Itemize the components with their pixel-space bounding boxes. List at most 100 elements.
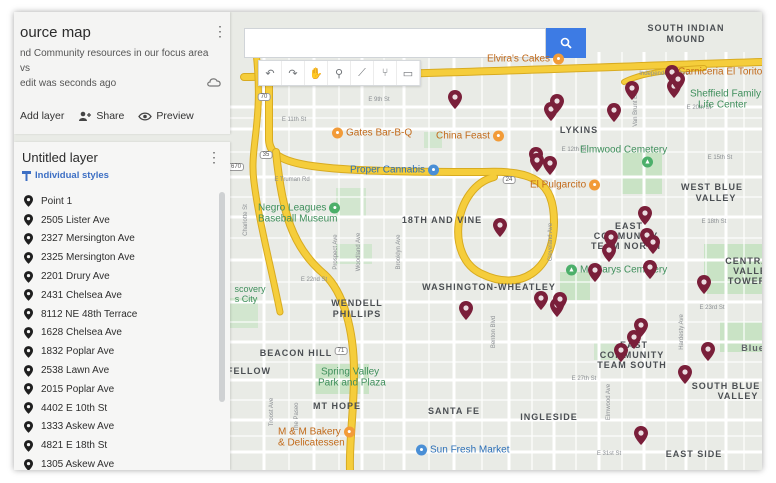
preview-button[interactable]: Preview — [138, 110, 194, 122]
street-label: E 22nd St — [300, 277, 328, 283]
shop-icon: ● — [416, 444, 427, 456]
map-marker-pin[interactable] — [543, 156, 557, 175]
map-pin-icon — [448, 90, 462, 109]
layer-point-item[interactable]: 4821 E 18th St — [14, 436, 214, 455]
map-marker-pin[interactable] — [627, 330, 641, 349]
map-pin-icon — [24, 364, 33, 377]
layer-point-item[interactable]: 2325 Mersington Ave — [14, 248, 214, 267]
poi-label: Spring Valley — [321, 366, 380, 378]
layer-point-item[interactable]: 2201 Drury Ave — [14, 267, 214, 286]
poi-china-feast[interactable]: China Feast ● — [436, 130, 504, 142]
layer-point-label: 2201 Drury Ave — [41, 271, 110, 283]
undo-icon[interactable]: ↶ — [259, 61, 282, 85]
map-marker-pin[interactable] — [448, 90, 462, 109]
layer-point-item[interactable]: Point 1 — [14, 192, 214, 211]
map-marker-pin[interactable] — [493, 218, 507, 237]
map-marker-pin[interactable] — [646, 235, 660, 254]
poi-sun-fresh-market[interactable]: ● Sun Fresh Market — [416, 444, 509, 456]
poi-label: & Delicatessen — [278, 437, 345, 449]
poi-negro-leagues-1[interactable]: Negro Leagues ● — [258, 202, 341, 214]
poi-gates-bbq[interactable]: ● Gates Bar-B-Q — [332, 127, 412, 139]
poi-negro-leagues-2[interactable]: Baseball Museum — [258, 214, 337, 225]
map-pin-icon — [534, 291, 548, 310]
poi-cemetery-marker[interactable]: ▲ — [642, 156, 653, 168]
place-label: s City — [234, 294, 258, 304]
draw-line-icon[interactable]: ⟋ — [351, 61, 374, 85]
poi-carniceria[interactable]: Carniceria El Torito II — [678, 67, 762, 78]
map-marker-pin[interactable] — [643, 260, 657, 279]
poi-spring-valley-1[interactable]: Spring Valley — [321, 367, 379, 378]
neighborhood-label: BEACON HILL — [259, 348, 333, 358]
paint-roller-icon — [22, 170, 31, 181]
street-label: E 15th St — [707, 155, 733, 161]
ruler-icon[interactable]: ▭ — [397, 61, 420, 85]
map-marker-pin[interactable] — [534, 291, 548, 310]
layer-point-label: 2015 Poplar Ave — [41, 383, 115, 395]
map-marker-pin[interactable] — [550, 94, 564, 113]
neighborhood-label: Blue — [741, 343, 762, 353]
restaurant-icon: ● — [589, 179, 601, 191]
map-title[interactable]: ource map — [20, 24, 91, 41]
map-marker-pin[interactable] — [634, 426, 648, 445]
poi-elmwood-cemetery[interactable]: Elmwood Cemetery — [580, 145, 667, 156]
map-marker-pin[interactable] — [588, 263, 602, 282]
layer-point-item[interactable]: 2431 Chelsea Ave — [14, 286, 214, 305]
poi-elviras-cakes[interactable]: Elvira's Cakes ● — [487, 53, 565, 65]
poi-label: Park and Plaza — [318, 377, 386, 389]
neighborhood-label: 18TH AND VINE — [401, 215, 483, 225]
poi-el-pulgarcito[interactable]: El Pulgarcito ● — [530, 179, 601, 191]
map-marker-pin[interactable] — [530, 153, 544, 172]
layer-point-item[interactable]: 1832 Poplar Ave — [14, 342, 214, 361]
map-description[interactable]: nd Community resources in our focus area… — [20, 46, 210, 76]
poi-proper-cannabis[interactable]: Proper Cannabis ● — [350, 164, 440, 176]
layer-style-button[interactable]: Individual styles — [22, 170, 109, 181]
map-marker-pin[interactable] — [671, 72, 685, 91]
map-marker-pin[interactable] — [697, 275, 711, 294]
directions-icon[interactable]: ⑂ — [374, 61, 397, 85]
layer-point-item[interactable]: 2538 Lawn Ave — [14, 361, 214, 380]
add-person-icon — [79, 111, 92, 121]
layer-point-item[interactable]: 1305 Askew Ave — [14, 455, 214, 470]
street-label: E 27th St — [571, 376, 597, 382]
map-marker-pin[interactable] — [602, 243, 616, 262]
redo-icon[interactable]: ↷ — [282, 61, 305, 85]
map-marker-pin[interactable] — [701, 342, 715, 361]
layer-style-label: Individual styles — [35, 170, 109, 181]
map-options-kebab-icon[interactable]: ⋮ — [213, 24, 227, 38]
layer-point-item[interactable]: 4402 E 10th St — [14, 399, 214, 418]
map-marker-pin[interactable] — [625, 81, 639, 100]
street-label: E 23rd St — [699, 305, 725, 311]
street-label: Prospect Ave — [333, 234, 339, 270]
poi-spring-valley-2[interactable]: Park and Plaza — [318, 378, 386, 389]
poi-label: Proper Cannabis — [350, 164, 426, 176]
poi-label: El Pulgarcito — [530, 179, 587, 191]
poi-sheffield-label-1[interactable]: Sheffield Family — [690, 89, 761, 100]
neighborhood-label: INGLESIDE — [520, 412, 578, 422]
layer-title[interactable]: Untitled layer — [22, 150, 98, 165]
street-label: Hardesty Ave — [679, 314, 685, 350]
map-marker-pin[interactable] — [614, 343, 628, 362]
map-pin-icon — [24, 421, 33, 433]
poi-label: Sheffield Family — [690, 88, 761, 100]
share-button[interactable]: Share — [78, 110, 124, 122]
layer-point-item[interactable]: 2015 Poplar Ave — [14, 380, 214, 399]
layer-point-item[interactable]: 1333 Askew Ave — [14, 418, 214, 437]
add-marker-icon[interactable]: ⚲ — [328, 61, 351, 85]
layer-point-item[interactable]: 8112 NE 48th Terrace — [14, 305, 214, 324]
map-marker-pin[interactable] — [459, 301, 473, 320]
map-marker-pin[interactable] — [638, 206, 652, 225]
layer-point-item[interactable]: 2505 Lister Ave — [14, 211, 214, 230]
layer-point-item[interactable]: 2327 Mersington Ave — [14, 230, 214, 249]
add-layer-button[interactable]: Add layer — [20, 110, 64, 122]
layer-list-scrollbar[interactable] — [219, 192, 225, 402]
map-marker-pin[interactable] — [607, 103, 621, 122]
poi-mm-bakery-2[interactable]: & Delicatessen — [278, 438, 345, 449]
layer-options-kebab-icon[interactable]: ⋮ — [207, 150, 221, 164]
map-marker-pin[interactable] — [553, 292, 567, 311]
map-pin-icon — [634, 426, 648, 445]
poi-mm-bakery-1[interactable]: M & M Bakery ● — [278, 426, 355, 438]
poi-sheffield-label-2[interactable]: Life Center — [698, 100, 747, 111]
hand-pan-icon[interactable]: ✋ — [305, 61, 328, 85]
layer-point-item[interactable]: 1628 Chelsea Ave — [14, 324, 214, 343]
map-marker-pin[interactable] — [678, 365, 692, 384]
